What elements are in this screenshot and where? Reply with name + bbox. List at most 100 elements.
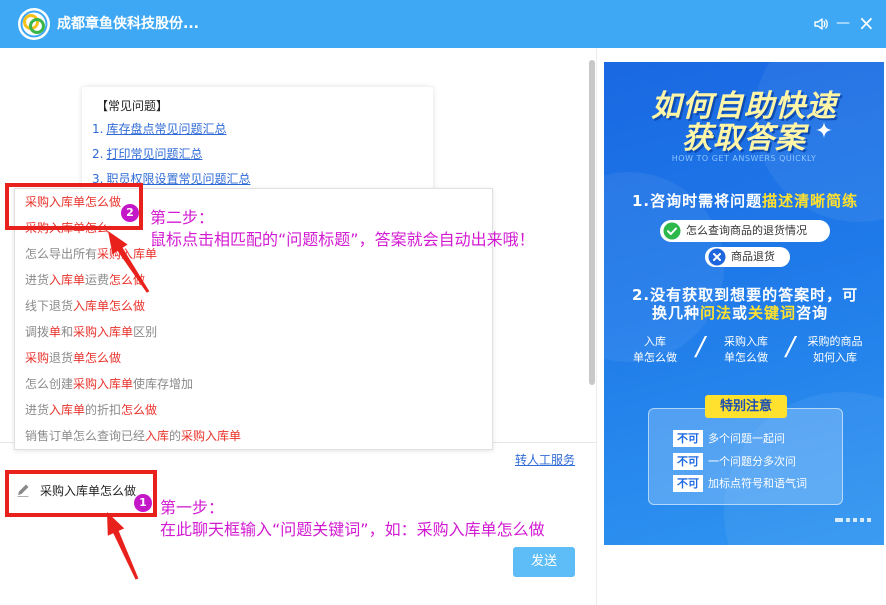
keyword-highlight: 采购入库单	[97, 247, 158, 261]
app-logo	[17, 7, 51, 41]
keyword-highlight: 单怎么做	[73, 351, 122, 365]
suggestion-item[interactable]: 怎么创建采购入库单使库存增加	[15, 371, 492, 397]
minimize-button[interactable]: —	[836, 13, 850, 33]
keyword-highlight: 入库单	[49, 273, 86, 287]
pane-divider	[596, 48, 597, 605]
notice-badge: 不可	[673, 453, 703, 470]
suggestion-text: 的	[169, 429, 182, 443]
suggestion-text: 调拨	[25, 325, 50, 339]
step1-text: 在此聊天框输入“问题关键词”，如：采购入库单怎么做	[160, 520, 545, 539]
chat-window: 成都章鱼侠科技股份... — × 【常见问题】 1. 库存盘点常见问题汇总 2. 打…	[0, 0, 886, 605]
suggestion-text: 线下退货	[25, 299, 74, 313]
promo-tip-1: 1.咨询时需将问题描述清晰简练	[632, 192, 858, 210]
query-example-line1: 入库	[644, 335, 666, 348]
good-example-pill: 怎么查询商品的退货情况	[660, 220, 830, 242]
promo-tip-2-text: 咨询	[796, 304, 829, 322]
example-separator: /	[786, 332, 795, 362]
notice-row-text: 多个问题一起问	[708, 432, 785, 445]
faq-link[interactable]: 2. 打印常见问题汇总	[92, 147, 202, 161]
suggestion-text: 使库存增加	[133, 377, 194, 391]
promo-tip-2-highlight: 问法	[700, 304, 733, 322]
close-button[interactable]: ×	[858, 12, 875, 34]
carousel-dot-active[interactable]	[835, 518, 843, 522]
x-circle-icon	[708, 248, 726, 266]
step2-badge: 2	[121, 204, 139, 222]
notice-badge: 不可	[673, 430, 703, 447]
bad-example-pill: 商品退货	[705, 247, 790, 267]
bad-example-text: 商品退货	[731, 250, 775, 263]
carousel-dot[interactable]	[853, 518, 857, 522]
keyword-highlight: 怎么做	[109, 273, 146, 287]
notice-badge: 不可	[673, 475, 703, 492]
help-promo-banner: 如何自助快速 获取答案 HOW TO GET ANSWERS QUICKLY 1…	[604, 62, 884, 545]
send-button[interactable]: 发送	[513, 547, 575, 577]
faq-heading: 【常见问题】	[96, 99, 169, 113]
keyword-highlight: 采购	[25, 351, 50, 365]
query-example: 入库 单怎么做	[620, 334, 690, 366]
suggestion-item[interactable]: 调拨单和采购入库单区别	[15, 319, 492, 345]
message-scrollbar[interactable]	[589, 60, 595, 385]
query-example-line2: 如何入库	[813, 351, 857, 364]
faq-link[interactable]: 1. 库存盘点常见问题汇总	[92, 122, 226, 136]
promo-tip-2-highlight: 关键词	[748, 304, 797, 322]
check-circle-icon	[663, 222, 681, 240]
keyword-highlight: 入库	[145, 429, 170, 443]
suggestion-text: 进货	[25, 403, 50, 417]
faq-link-text[interactable]: 库存盘点常见问题汇总	[106, 122, 226, 136]
step2-title: 第二步：	[150, 208, 215, 227]
good-example-text: 怎么查询商品的退货情况	[686, 224, 807, 237]
promo-subtitle: HOW TO GET ANSWERS QUICKLY	[671, 154, 817, 163]
query-example-line2: 单怎么做	[724, 351, 768, 364]
transfer-to-agent-link[interactable]: 转人工服务	[515, 453, 575, 467]
suggestion-item[interactable]: 线下退货入库单怎么做	[15, 293, 492, 319]
query-example: 采购的商品 如何入库	[800, 334, 870, 366]
suggestion-text: 退货	[49, 351, 74, 365]
suggestion-item[interactable]: 进货入库单运费怎么做	[15, 267, 492, 293]
carousel-indicator[interactable]	[835, 518, 875, 524]
query-example-line2: 单怎么做	[633, 351, 677, 364]
example-separator: /	[696, 332, 705, 362]
suggestion-text: 区别	[133, 325, 158, 339]
step1-arrow	[107, 512, 139, 580]
promo-tip-1-text: 1.咨询时需将问题	[632, 192, 763, 210]
promo-title-line2: 获取答案	[682, 121, 806, 156]
promo-tip-2-text: 换几种	[652, 304, 701, 322]
keyword-highlight: 入库单怎么做	[73, 299, 146, 313]
keyword-highlight: 怎么做	[121, 403, 158, 417]
carousel-dot[interactable]	[867, 518, 871, 522]
promo-tip-2-text: 或	[732, 304, 749, 322]
suggestion-text: 怎么导出所有	[25, 247, 98, 261]
faq-link-number: 1.	[92, 122, 104, 136]
suggestion-text: 销售订单怎么查询已经	[25, 429, 146, 443]
suggestion-text: 进货	[25, 273, 50, 287]
step1-badge: 1	[134, 494, 152, 512]
query-example-line1: 采购的商品	[807, 335, 863, 348]
step1-highlight-box	[5, 470, 157, 517]
keyword-highlight: 单	[49, 325, 62, 339]
notice-row-text: 一个问题分多次问	[708, 455, 796, 468]
faq-link-text[interactable]: 打印常见问题汇总	[106, 147, 202, 161]
suggestion-text: 和	[61, 325, 74, 339]
carousel-dot[interactable]	[860, 518, 864, 522]
keyword-highlight: 采购入库单	[181, 429, 242, 443]
promo-tip-2-line1: 2.没有获取到想要的答案时，可	[632, 286, 859, 304]
suggestion-text: 运费	[85, 273, 110, 287]
suggestion-text: 的折扣	[85, 403, 122, 417]
step2-text: 鼠标点击相匹配的“问题标题”，答案就会自动出来哦！	[150, 230, 535, 249]
keyword-highlight: 入库单	[49, 403, 86, 417]
keyword-highlight: 采购入库单	[73, 377, 134, 391]
suggestion-text: 怎么创建	[25, 377, 74, 391]
window-title: 成都章鱼侠科技股份...	[57, 16, 199, 32]
sparkle-icon	[816, 122, 832, 138]
carousel-dot[interactable]	[846, 518, 850, 522]
promo-title-line1: 如何自助快速	[651, 89, 837, 124]
query-example-line1: 采购入库	[724, 335, 768, 348]
notice-title: 特别注意	[705, 395, 787, 418]
faq-link-number: 2.	[92, 147, 104, 161]
suggestion-item[interactable]: 销售订单怎么查询已经入库的采购入库单	[15, 423, 492, 449]
speaker-icon[interactable]	[813, 16, 829, 32]
promo-tip-2-line2: 换几种问法或关键词咨询	[652, 304, 828, 322]
suggestion-item[interactable]: 采购退货单怎么做	[15, 345, 492, 371]
suggestion-item[interactable]: 进货入库单的折扣怎么做	[15, 397, 492, 423]
promo-tip-1-highlight: 描述清晰简练	[762, 192, 859, 210]
